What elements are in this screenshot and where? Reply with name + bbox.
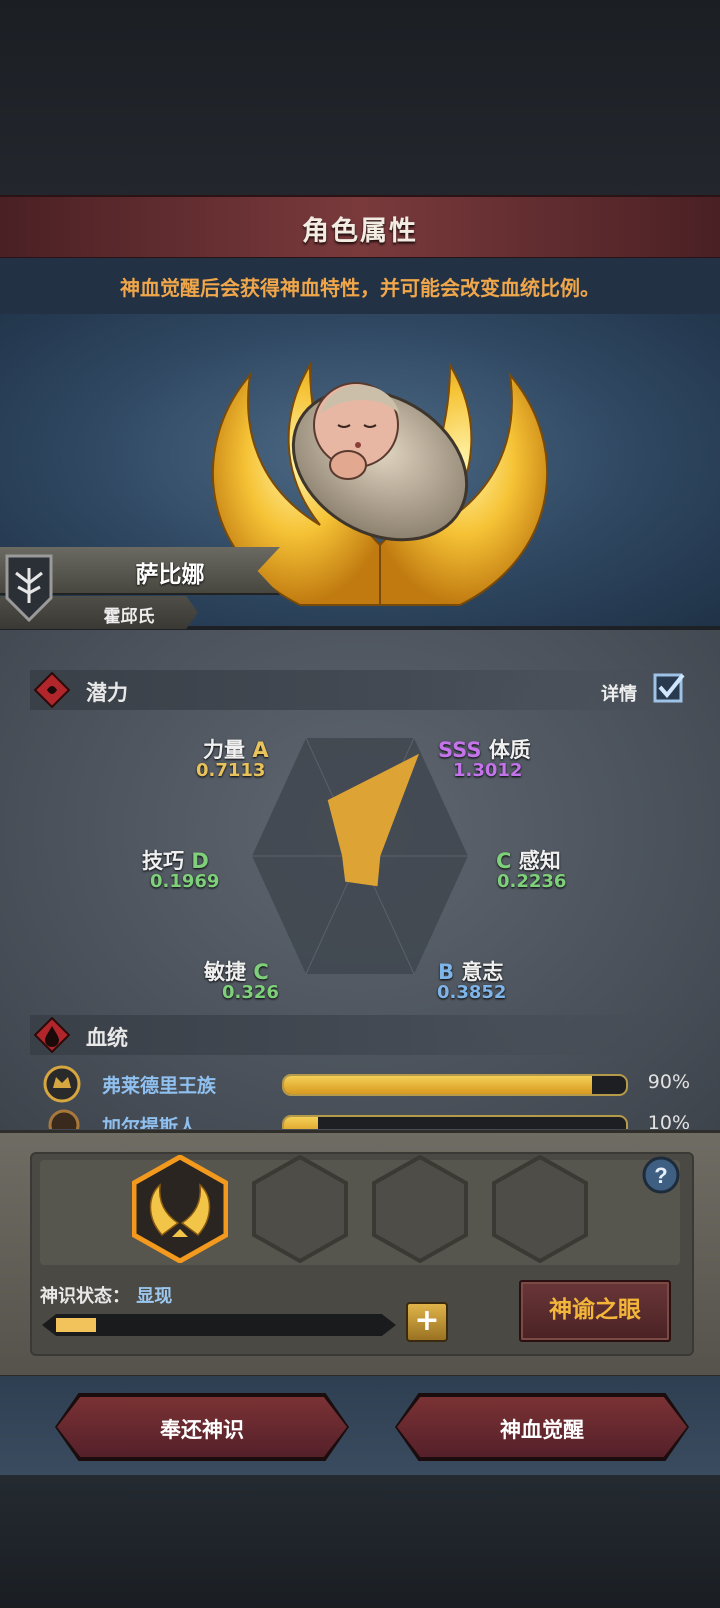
attr-constitution-grade: SSS	[438, 738, 482, 762]
attr-skill-value: 0.1969	[150, 871, 220, 892]
bloodline-bar	[282, 1115, 628, 1129]
bloodline-name: 弗莱德里王族	[102, 1075, 217, 1097]
divine-state-label: 神识状态：	[40, 1286, 130, 1307]
attr-perception-grade: C	[496, 849, 512, 873]
oracle-eye-button[interactable]: 神谕之眼	[519, 1280, 671, 1342]
attr-will-grade: B	[438, 960, 455, 984]
help-icon[interactable]: ?	[641, 1155, 681, 1195]
tribe-crest-icon	[48, 1109, 80, 1129]
attr-strength-value: 0.7113	[196, 760, 266, 781]
attr-agility-value: 0.326	[222, 982, 279, 1003]
bloodline-label: 血统	[86, 1026, 128, 1050]
blood-drop-icon	[34, 1017, 70, 1053]
return-divine-button[interactable]: 奉还神识	[57, 1397, 347, 1457]
attr-agility-grade: C	[253, 960, 269, 984]
svg-text:?: ?	[654, 1163, 667, 1188]
bloodline-header: 血统	[30, 1015, 690, 1055]
bloodline-bar-fill	[284, 1117, 319, 1129]
divine-slot-active[interactable]	[132, 1155, 228, 1263]
awaken-button[interactable]: 神血觉醒	[397, 1397, 687, 1457]
attr-perception-value: 0.2236	[497, 871, 567, 892]
attr-constitution-value: 1.3012	[453, 760, 523, 781]
bloodline-bar-fill	[284, 1076, 592, 1094]
attr-will-value: 0.3852	[437, 982, 507, 1003]
bloodline-name: 加尔提斯人	[102, 1116, 198, 1129]
divine-slot-empty[interactable]	[492, 1155, 588, 1263]
divine-state-value: 显现	[136, 1286, 173, 1307]
return-divine-label: 奉还神识	[160, 1418, 244, 1442]
divine-progress-fill	[56, 1318, 96, 1332]
attr-skill-grade: D	[191, 849, 209, 873]
divine-slot-empty[interactable]	[252, 1155, 348, 1263]
bloodline-percent: 90%	[647, 1071, 690, 1093]
bloodline-percent: 10%	[647, 1112, 690, 1129]
bloodline-row[interactable]: 加尔提斯人 10%	[40, 1105, 690, 1129]
awaken-label: 神血觉醒	[500, 1418, 584, 1442]
bottom-dark-area	[0, 1475, 720, 1608]
divine-slot-empty[interactable]	[372, 1155, 468, 1263]
divine-progress-bar	[42, 1314, 396, 1336]
royal-crest-icon	[43, 1065, 81, 1103]
attr-strength-grade: A	[252, 738, 269, 762]
bloodline-row[interactable]: 弗莱德里王族 90%	[40, 1064, 690, 1104]
divine-state: 神识状态： 显现	[40, 1282, 172, 1308]
add-button[interactable]: +	[406, 1302, 448, 1342]
bloodline-bar	[282, 1074, 628, 1096]
potential-radar-chart	[252, 737, 468, 975]
